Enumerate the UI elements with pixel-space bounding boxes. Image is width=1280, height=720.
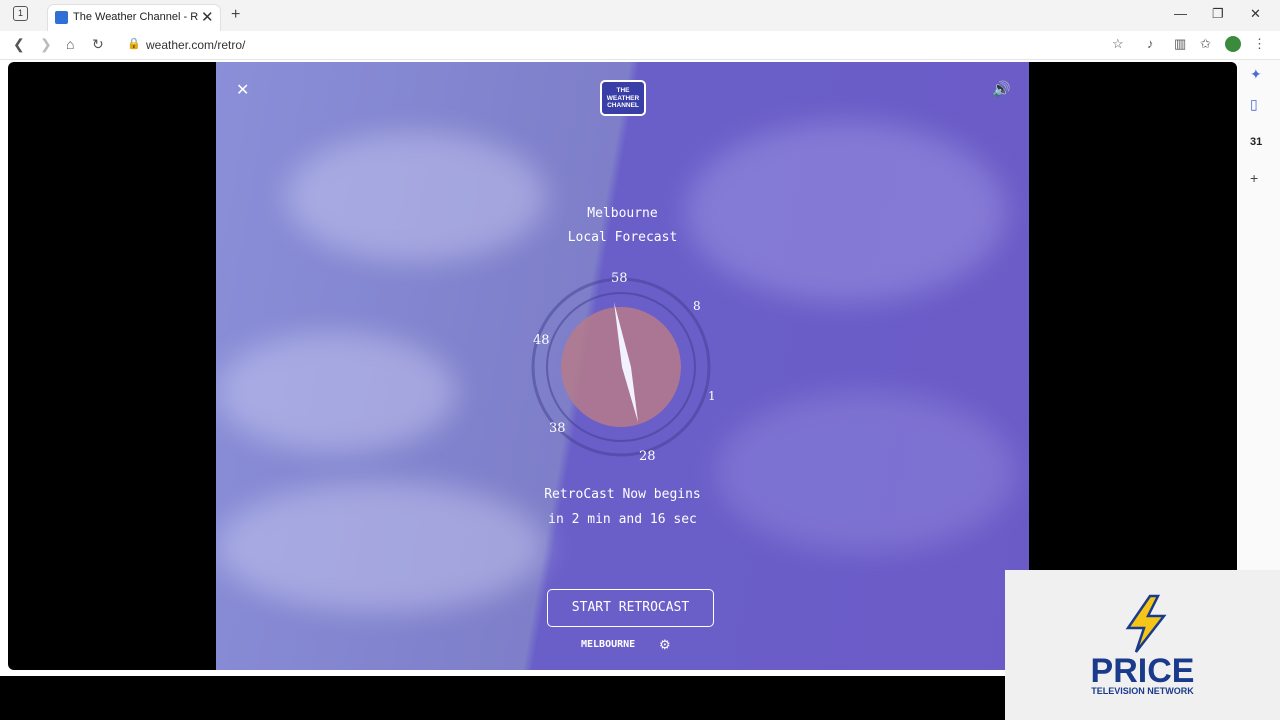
tab-weather-channel[interactable]: The Weather Channel - Ret ✕: [47, 4, 221, 31]
refresh-icon[interactable]: ↻: [92, 36, 104, 53]
dial-label: 38: [549, 421, 566, 436]
home-icon[interactable]: ⌂: [66, 36, 74, 52]
close-window-icon[interactable]: ✕: [1250, 6, 1261, 22]
countdown-line-1: RetroCast Now begins: [544, 487, 701, 502]
more-menu-icon[interactable]: ⋮: [1253, 36, 1266, 52]
dial-label: 58: [611, 272, 628, 286]
dial-label: 8: [693, 299, 701, 313]
gear-icon[interactable]: ⚙: [659, 637, 671, 653]
favorite-star-icon[interactable]: ☆: [1112, 36, 1124, 52]
restore-icon[interactable]: ❐: [1212, 6, 1224, 22]
calendar-badge[interactable]: 31: [1250, 136, 1262, 148]
dial-label: 28: [639, 449, 656, 462]
weather-favicon-icon: [55, 11, 68, 24]
forecast-subtitle: Local Forecast: [567, 230, 678, 245]
media-icon[interactable]: ♪: [1147, 36, 1154, 51]
copilot-icon[interactable]: ✦: [1250, 66, 1262, 83]
city-title: Melbourne: [587, 206, 658, 221]
cloud: [216, 332, 456, 452]
ad-subtitle: TELEVISION NETWORK: [1091, 686, 1194, 696]
address-bar: ❮ ❯ ⌂ ↻ 🔒 weather.com/retro/ ☆ ♪ ▥ ✩ ⋮: [0, 31, 1280, 60]
favorites-icon[interactable]: ✩: [1200, 36, 1211, 52]
start-retrocast-button[interactable]: START RETROCAST: [547, 589, 714, 627]
speaker-icon[interactable]: 🔊: [992, 80, 1011, 98]
lightning-bolt-icon: [1125, 594, 1167, 653]
forward-icon[interactable]: ❯: [40, 36, 52, 53]
minimize-icon[interactable]: —: [1174, 6, 1187, 21]
new-tab-icon[interactable]: +: [231, 6, 240, 24]
lock-icon[interactable]: 🔒: [127, 37, 141, 50]
profile-avatar[interactable]: [1225, 36, 1241, 52]
dial-label: 18: [708, 389, 716, 403]
dial-label: 48: [533, 333, 550, 348]
cloud: [716, 392, 1016, 552]
weather-channel-logo: THE WEATHER CHANNEL: [600, 80, 646, 116]
add-sidebar-icon[interactable]: +: [1250, 170, 1258, 186]
dial-globe: [561, 307, 681, 427]
split-screen-icon[interactable]: ▥: [1174, 36, 1186, 52]
tab-bar: 1 The Weather Channel - Ret ✕ + — ❐ ✕: [0, 0, 1280, 31]
url-input[interactable]: weather.com/retro/: [146, 38, 245, 52]
seconds-dial: 58 8 18 28 38 48: [531, 272, 716, 462]
countdown-line-2: in 2 min and 16 sec: [548, 512, 697, 527]
phone-icon[interactable]: ▯: [1250, 96, 1258, 113]
tab-close-icon[interactable]: ✕: [201, 8, 214, 26]
close-icon[interactable]: ✕: [236, 80, 249, 100]
tab-actions-icon[interactable]: 1: [13, 6, 28, 21]
retrocast-scene: ✕ THE WEATHER CHANNEL 🔊 Melbourne Local …: [216, 62, 1029, 670]
back-icon[interactable]: ❮: [13, 36, 25, 53]
price-tv-watermark: PRICE TELEVISION NETWORK: [1005, 570, 1280, 720]
tab-title: The Weather Channel - Ret: [73, 11, 198, 23]
